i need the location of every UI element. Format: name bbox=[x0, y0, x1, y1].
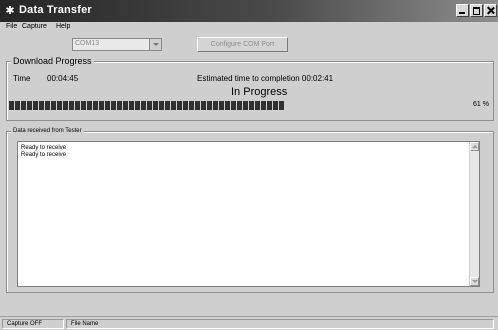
progress-bar bbox=[9, 101, 469, 110]
menu-file[interactable]: File bbox=[6, 23, 17, 30]
scroll-down-icon[interactable] bbox=[470, 277, 479, 286]
data-received-legend: Data received from Tester bbox=[11, 128, 84, 134]
download-progress-group: Download Progress Time 00:04:45 Estimate… bbox=[6, 56, 494, 121]
progress-fill bbox=[9, 101, 284, 110]
close-icon[interactable] bbox=[484, 4, 497, 17]
configure-com-port-button[interactable]: Configure COM Port bbox=[197, 37, 288, 52]
maximize-icon[interactable] bbox=[470, 4, 483, 17]
eta-text: Estimated time to completion 00:02:41 bbox=[197, 74, 334, 83]
capture-status: Capture OFF bbox=[2, 319, 64, 329]
app-icon[interactable]: ✱ bbox=[4, 5, 16, 17]
status-text: In Progress bbox=[231, 86, 288, 98]
scroll-up-icon[interactable] bbox=[470, 142, 479, 151]
file-name-status: File Name bbox=[66, 319, 494, 329]
minimize-icon[interactable] bbox=[456, 4, 469, 17]
com-port-select[interactable]: COM13 bbox=[72, 38, 162, 51]
menu-help[interactable]: Help bbox=[56, 23, 70, 30]
status-bar: Capture OFF File Name bbox=[0, 316, 498, 330]
progress-percent: 61 % bbox=[473, 101, 489, 108]
data-received-group: Data received from Tester Ready to recei… bbox=[6, 128, 494, 293]
time-label: Time bbox=[13, 74, 31, 83]
menu-bar: File Capture Help bbox=[0, 22, 498, 36]
received-line: Ready to receive bbox=[21, 152, 67, 158]
menu-capture[interactable]: Capture bbox=[22, 23, 47, 30]
title-bar[interactable]: ✱ Data Transfer bbox=[0, 0, 498, 22]
time-value: 00:04:45 bbox=[47, 74, 79, 83]
vertical-scrollbar[interactable] bbox=[469, 142, 479, 286]
chevron-down-icon[interactable] bbox=[149, 39, 161, 50]
window-title: Data Transfer bbox=[19, 4, 92, 16]
received-data-textarea[interactable]: Ready to receive Ready to receive bbox=[17, 141, 480, 287]
received-line: Ready to receive bbox=[21, 145, 67, 151]
com-port-value: COM13 bbox=[75, 40, 100, 47]
data-transfer-window: ✱ Data Transfer File Capture Help COM13 … bbox=[0, 0, 498, 330]
download-progress-legend: Download Progress bbox=[11, 56, 94, 66]
